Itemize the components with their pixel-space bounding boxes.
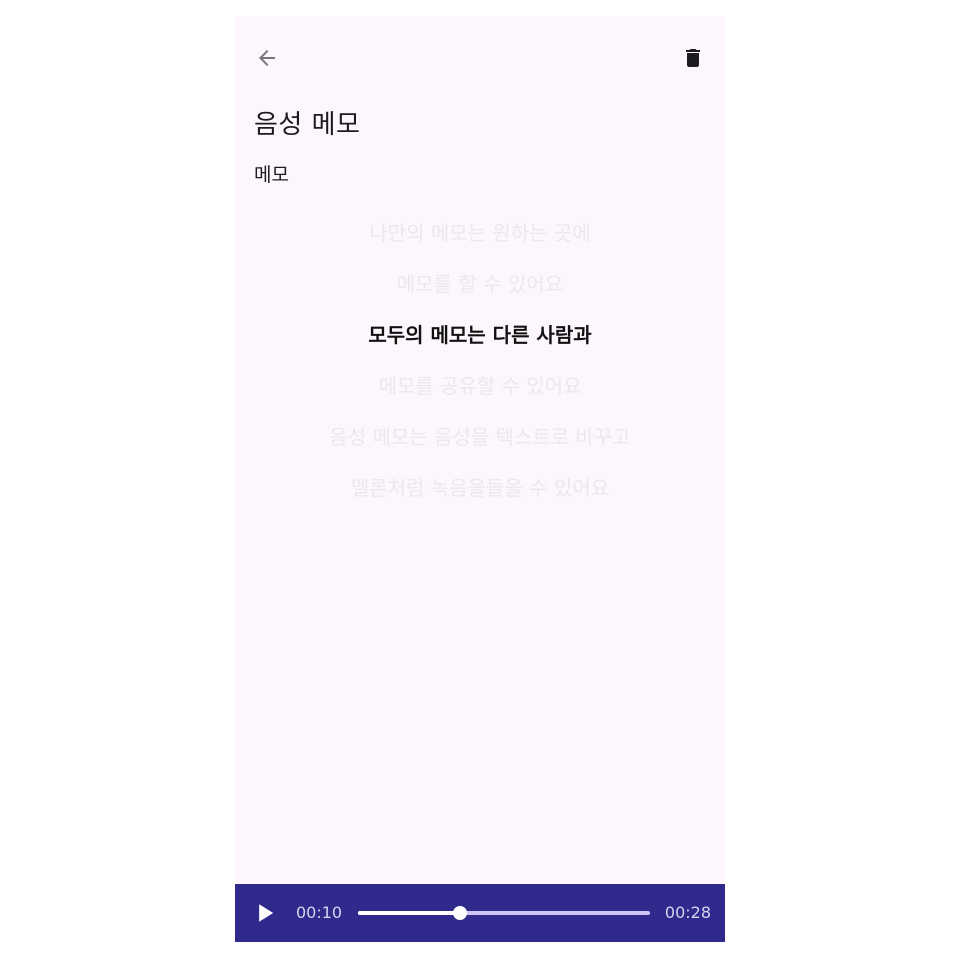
transcript-line: 음성 메모는 음성을 텍스트로 바꾸고	[329, 425, 631, 449]
slider-progress	[358, 911, 461, 915]
trash-icon	[686, 49, 700, 67]
transcript-lines: 나만의 메모는 원하는 곳에메모를 할 수 있어요모두의 메모는 다른 사람과메…	[235, 208, 725, 514]
transcript-line-active: 모두의 메모는 다른 사람과	[368, 323, 592, 347]
back-button[interactable]	[249, 40, 285, 76]
audio-player-bar: 00:10 00:28	[235, 884, 725, 942]
total-time: 00:28	[664, 903, 711, 922]
page-title: 음성 메모	[254, 110, 361, 140]
memo-section-label: 메모	[254, 164, 289, 186]
arrow-back-icon	[259, 50, 275, 66]
transcript-line: 멜론처럼 녹음을들을 수 있어요	[350, 476, 610, 500]
transcript-line: 메모를 할 수 있어요	[396, 272, 564, 296]
top-app-bar	[235, 16, 725, 96]
voice-memo-screen: 음성 메모 메모 나만의 메모는 원하는 곳에메모를 할 수 있어요모두의 메모…	[235, 16, 725, 942]
slider-thumb[interactable]	[453, 906, 468, 920]
transcript-line: 나만의 메모는 원하는 곳에	[369, 221, 591, 245]
current-time: 00:10	[296, 903, 343, 922]
transcript-line: 메모를 공유할 수 있어요	[378, 374, 582, 398]
delete-button[interactable]	[675, 40, 711, 76]
play-button[interactable]	[251, 899, 279, 927]
play-icon	[259, 904, 274, 922]
seek-slider[interactable]	[358, 906, 650, 920]
